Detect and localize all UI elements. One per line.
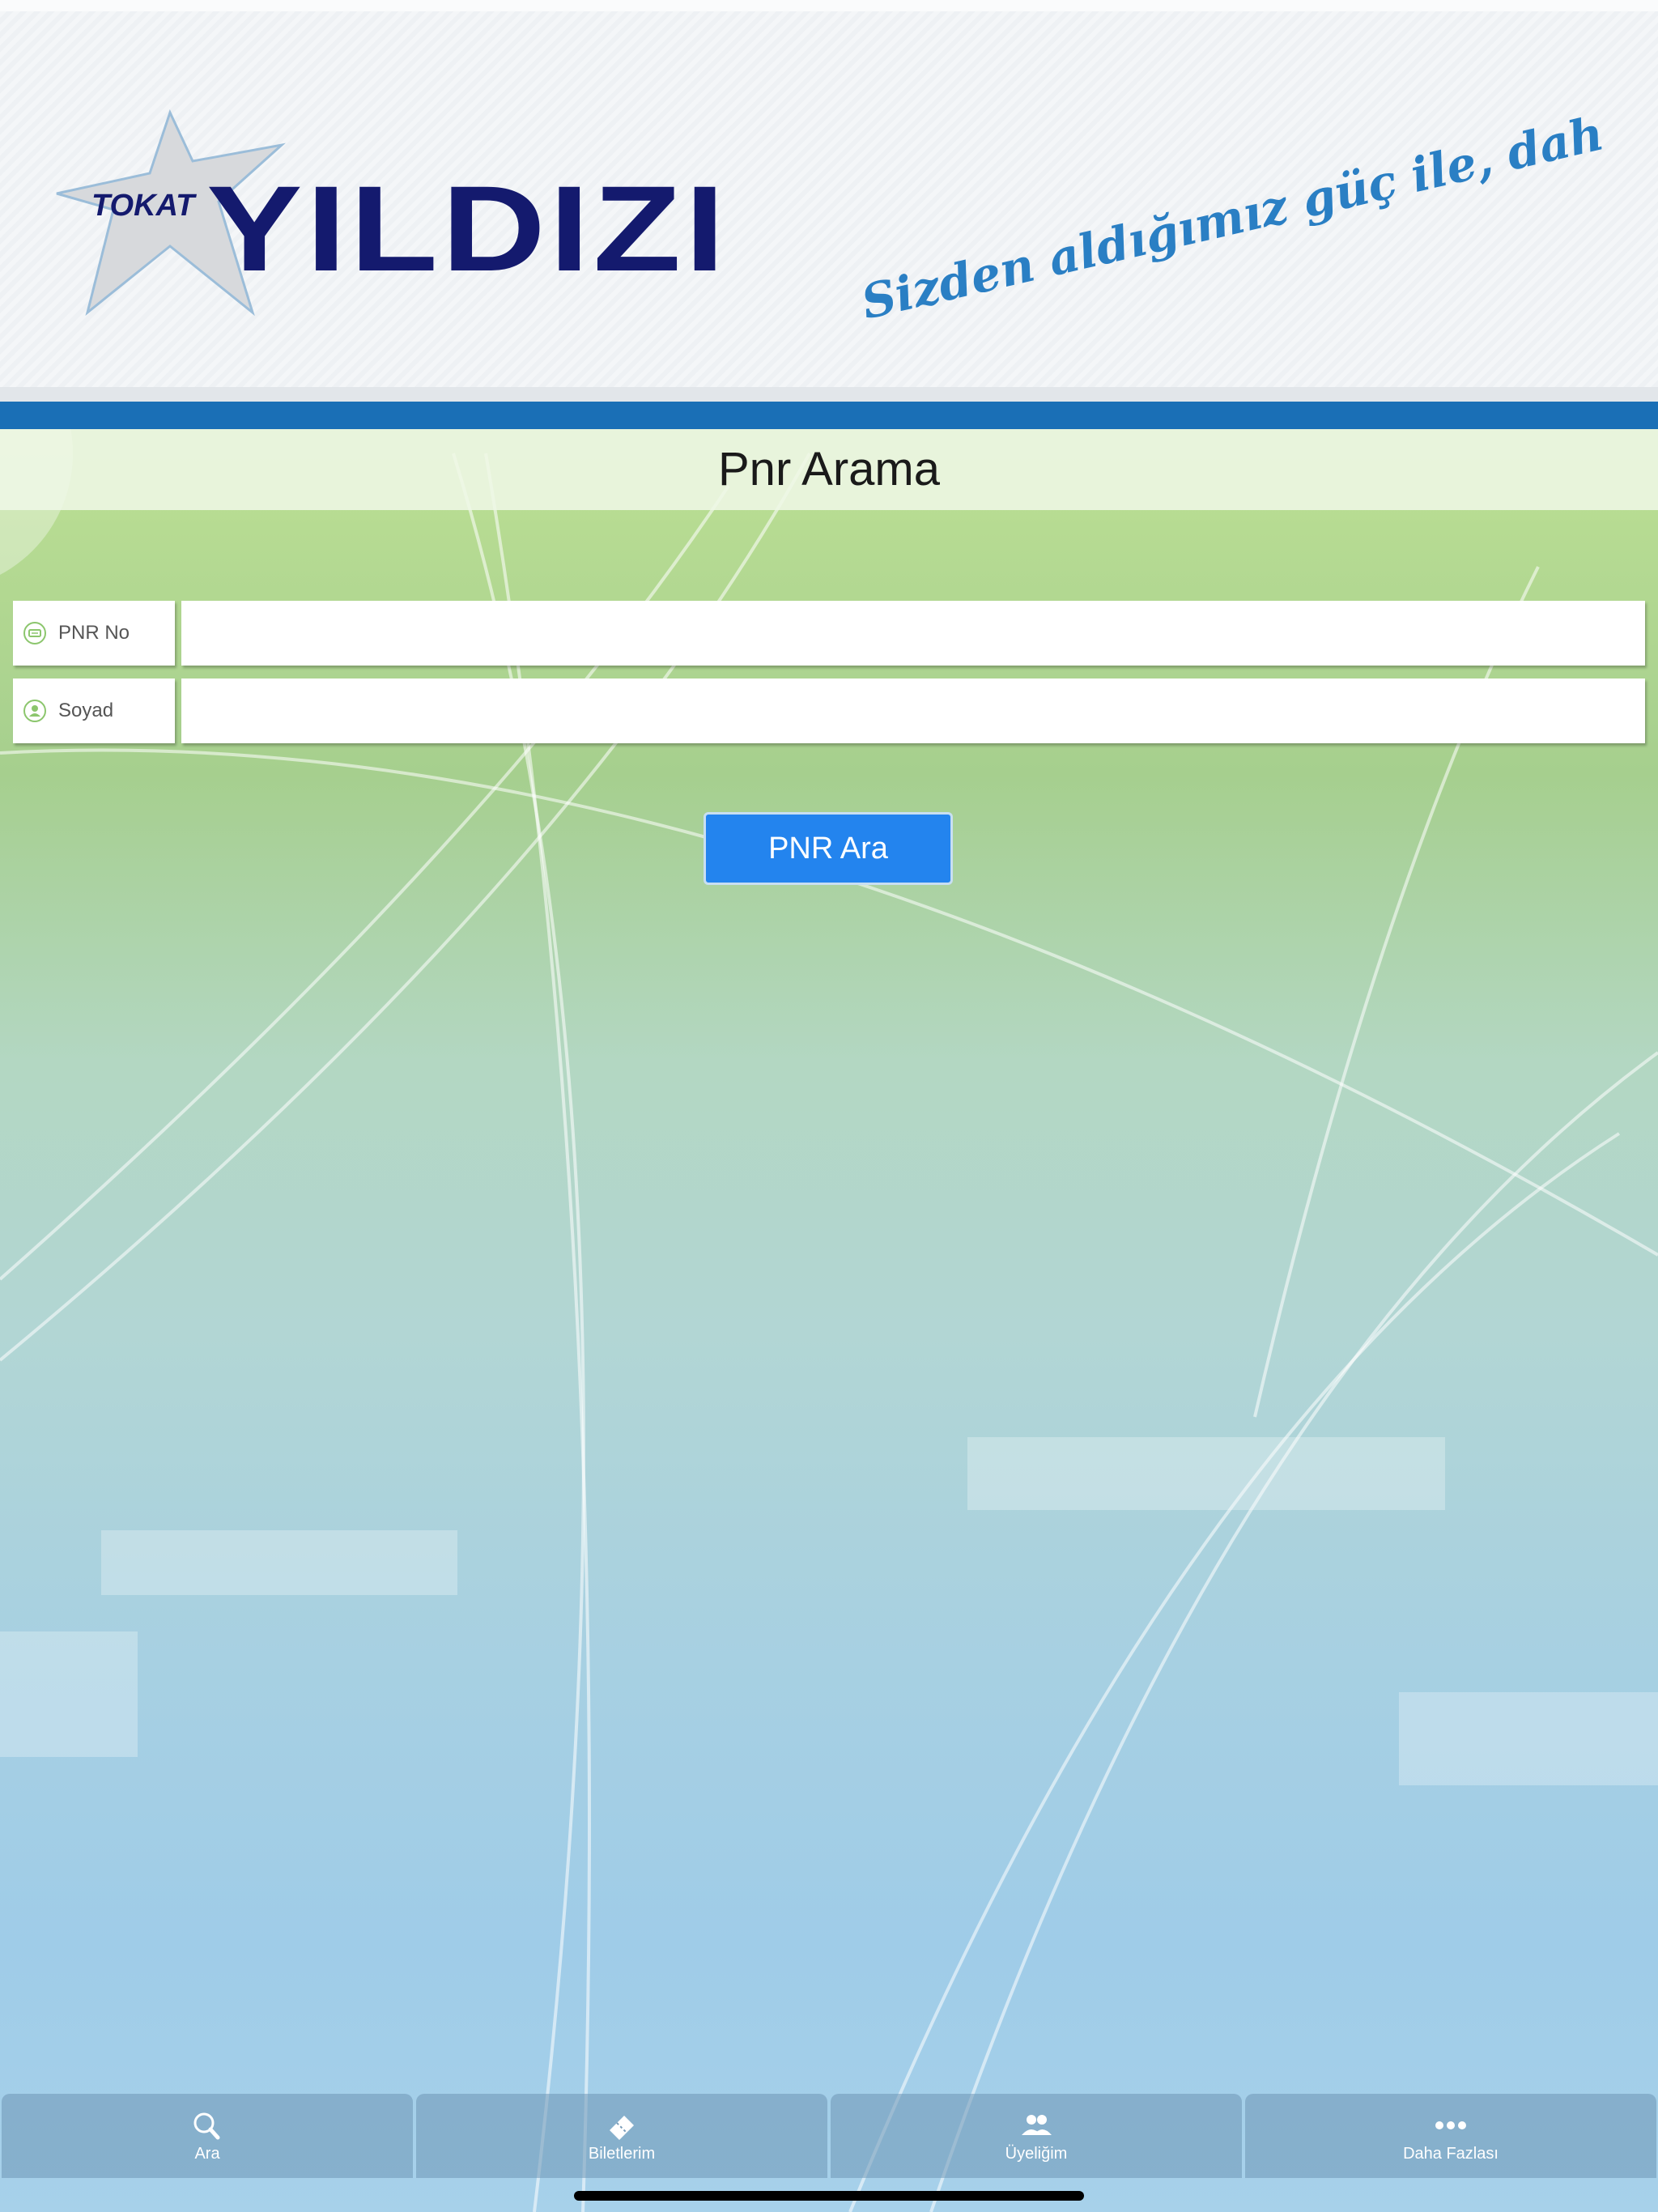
app-header: TOKAT YILDIZI Sizden aldığımız güç ile, …: [0, 0, 1658, 402]
ticket-circle-icon: [23, 622, 46, 644]
pnr-field-row: PNR No: [13, 601, 1645, 666]
tokat-yildizi-logo: TOKAT YILDIZI: [56, 108, 729, 317]
slogan-text: Sizden aldığımız güç ile, daha ileriye..…: [857, 100, 1603, 330]
tab-daha-fazlasi[interactable]: Daha Fazlası: [1245, 2094, 1656, 2178]
pnr-input[interactable]: [181, 601, 1645, 666]
more-icon: [1435, 2121, 1466, 2129]
tab-ara[interactable]: Ara: [2, 2094, 413, 2178]
tab-uyeligim[interactable]: Üyeliğim: [831, 2094, 1242, 2178]
search-icon: [193, 2112, 220, 2139]
logo-prefix-text: TOKAT: [91, 189, 197, 223]
home-indicator[interactable]: [574, 2191, 1084, 2201]
logo-name-text: YILDIZI: [206, 160, 729, 296]
pnr-label: PNR No: [13, 601, 175, 666]
tab-uyeligim-label: Üyeliğim: [1005, 2144, 1068, 2163]
header-divider: [0, 387, 1658, 402]
pnr-label-text: PNR No: [58, 622, 130, 644]
brand-bar: [0, 402, 1658, 429]
tab-biletlerim[interactable]: Biletlerim: [416, 2094, 827, 2178]
tab-biletlerim-label: Biletlerim: [588, 2144, 656, 2163]
surname-label-text: Soyad: [58, 700, 114, 721]
pnr-search-button[interactable]: PNR Ara: [704, 812, 953, 885]
surname-field-row: Soyad: [13, 678, 1645, 743]
header-slogan: Sizden aldığımız güç ile, daha ileriye..…: [857, 100, 1603, 330]
tab-daha-fazlasi-label: Daha Fazlası: [1403, 2144, 1499, 2163]
users-icon: [1022, 2114, 1052, 2135]
ticket-icon: [610, 2115, 634, 2140]
tab-ara-label: Ara: [194, 2144, 220, 2163]
surname-input[interactable]: [181, 678, 1645, 743]
page-title: Pnr Arama: [0, 429, 1658, 510]
bottom-tab-bar: Ara Biletlerim Üyeliğim Daha Fazlası: [0, 2094, 1658, 2178]
user-circle-icon: [23, 700, 46, 722]
surname-label: Soyad: [13, 678, 175, 743]
